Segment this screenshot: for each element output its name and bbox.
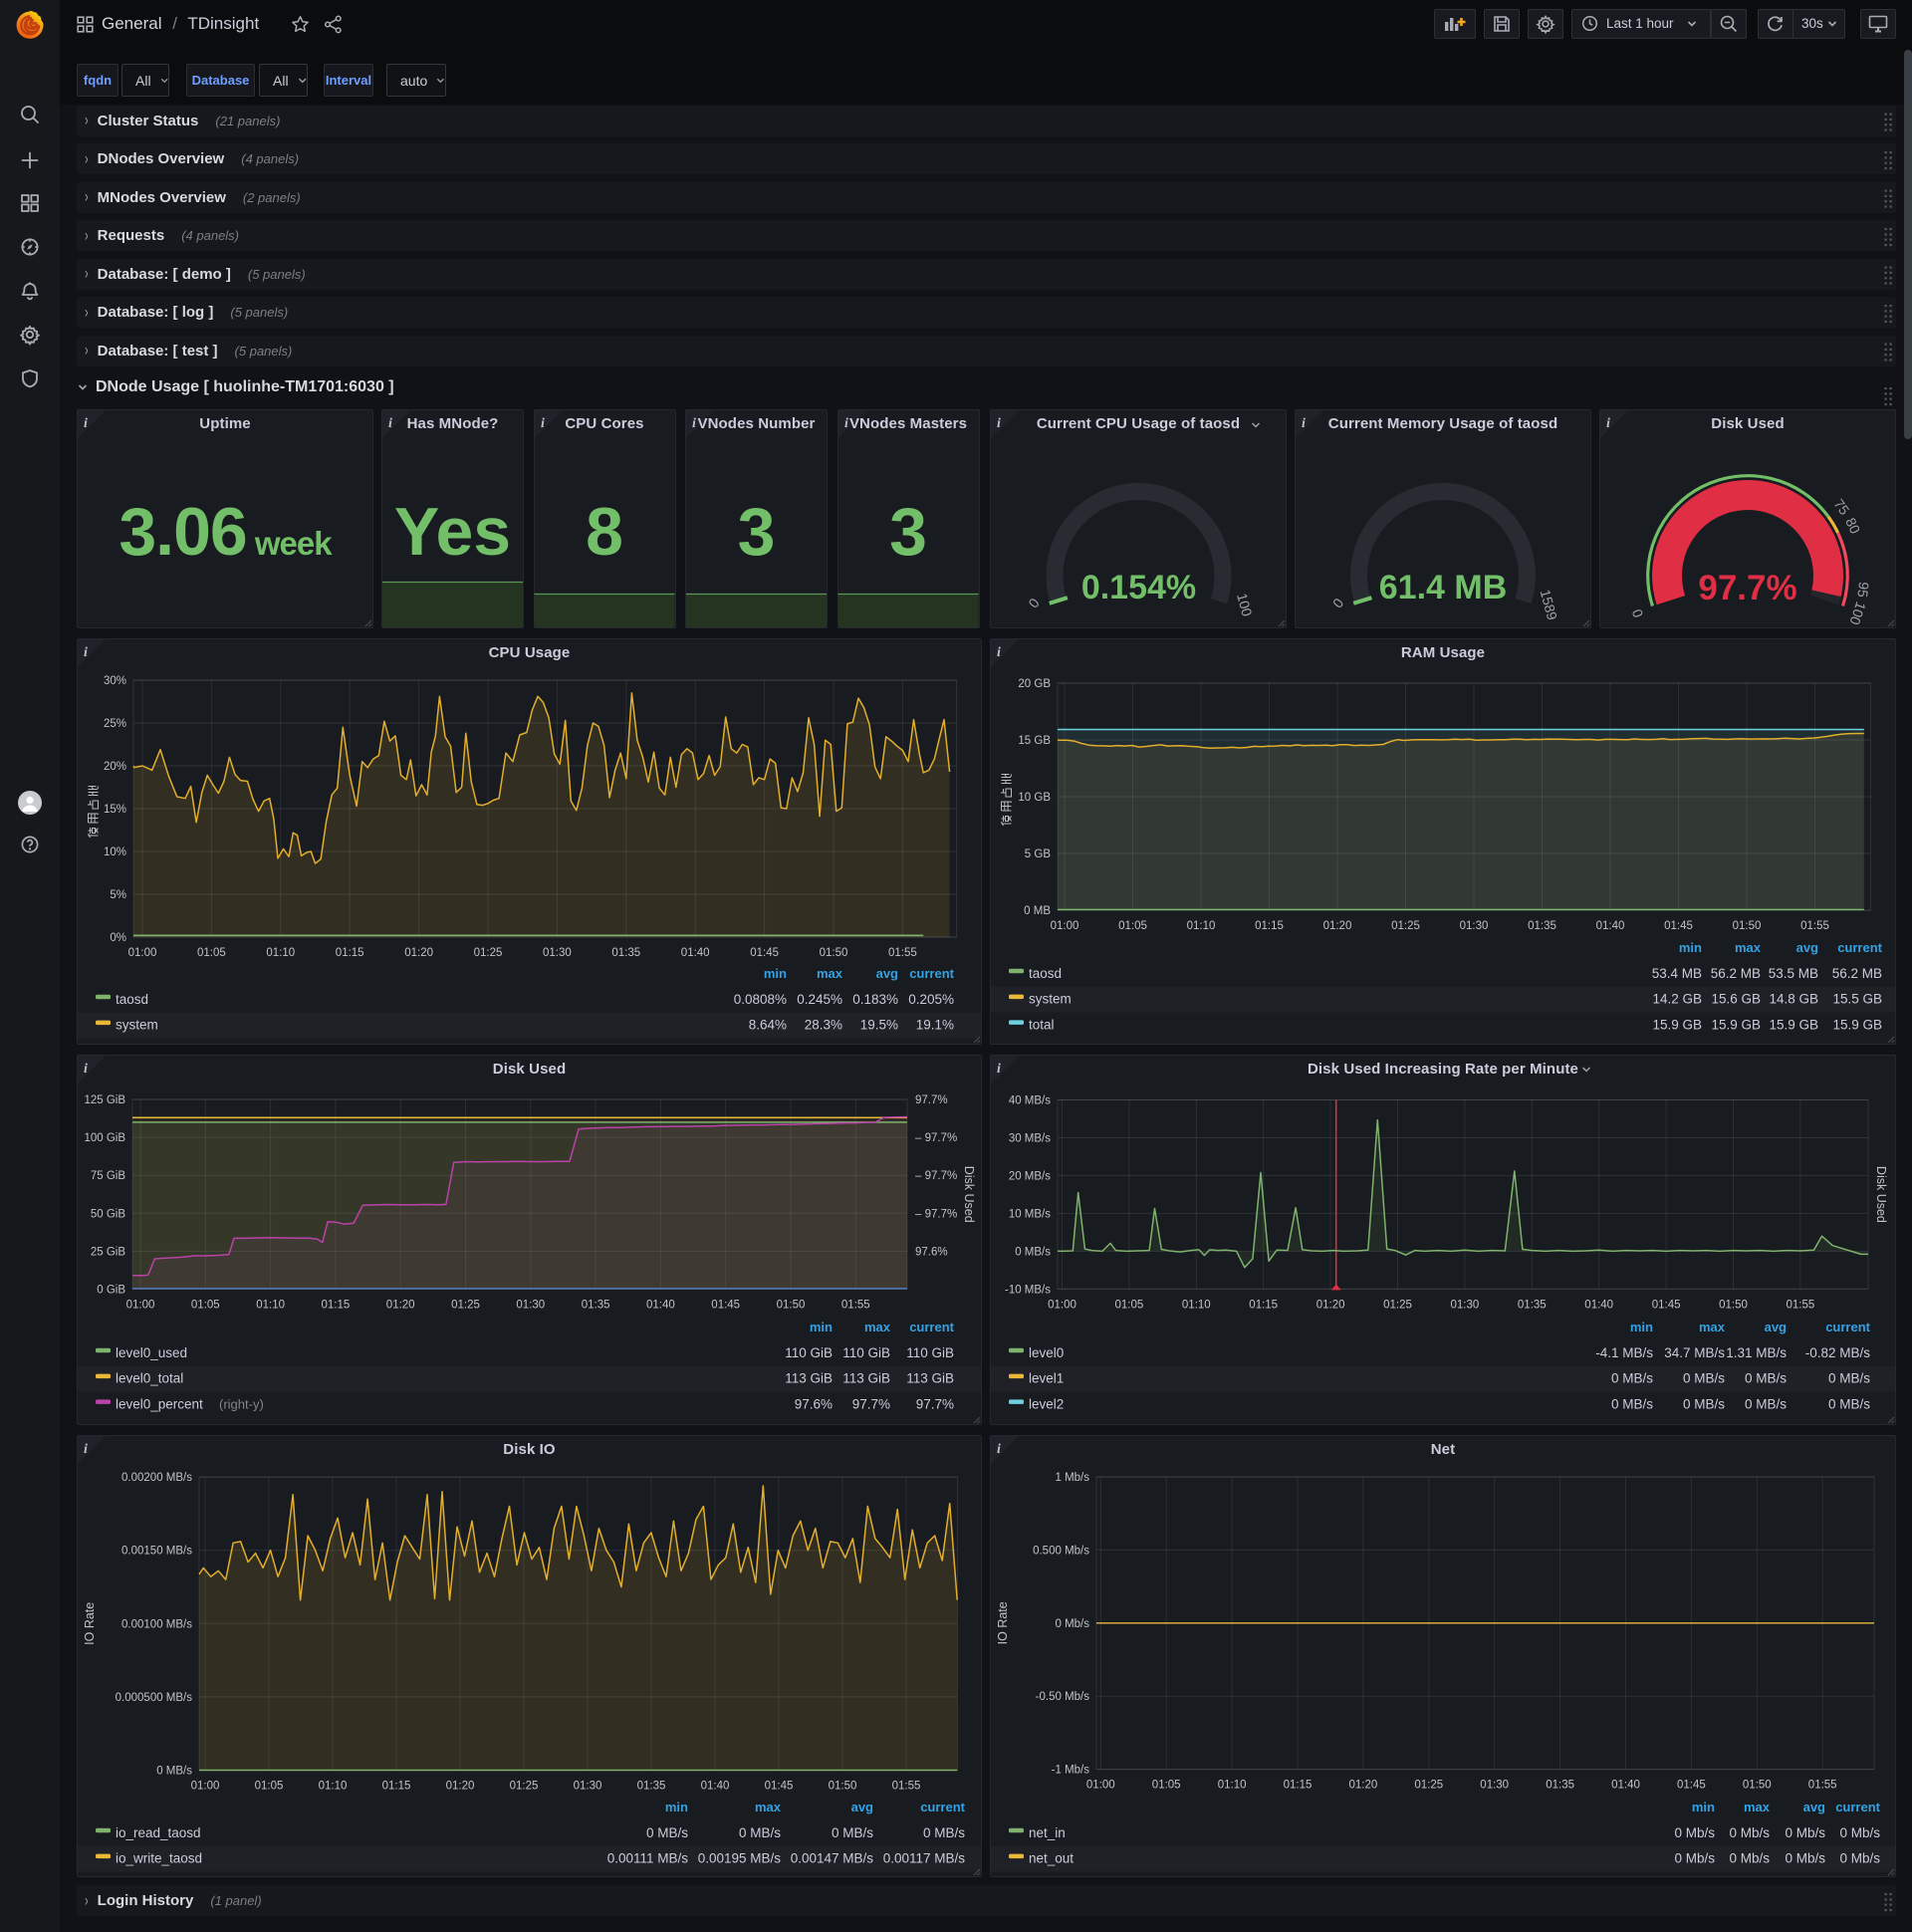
svg-text:01:40: 01:40 [1611, 1780, 1640, 1792]
svg-text:max: max [1744, 1800, 1771, 1814]
svg-text:01:00: 01:00 [1086, 1780, 1115, 1792]
svg-text:01:15: 01:15 [1284, 1780, 1313, 1792]
svg-text:0 Mb/s: 0 Mb/s [1055, 1618, 1089, 1630]
svg-text:0 Mb/s: 0 Mb/s [1729, 1825, 1770, 1840]
svg-text:net_in: net_in [1029, 1825, 1066, 1840]
svg-text:0 Mb/s: 0 Mb/s [1839, 1825, 1880, 1840]
svg-text:01:20: 01:20 [1349, 1780, 1378, 1792]
svg-text:current: current [1835, 1800, 1880, 1814]
svg-text:0 Mb/s: 0 Mb/s [1674, 1825, 1715, 1840]
svg-text:avg: avg [1803, 1800, 1825, 1814]
svg-text:01:55: 01:55 [1808, 1780, 1837, 1792]
svg-text:0.500 Mb/s: 0.500 Mb/s [1033, 1545, 1089, 1557]
svg-text:01:05: 01:05 [1152, 1780, 1181, 1792]
svg-text:01:50: 01:50 [1743, 1780, 1772, 1792]
svg-text:01:45: 01:45 [1677, 1780, 1706, 1792]
svg-text:0 Mb/s: 0 Mb/s [1785, 1851, 1825, 1866]
svg-text:01:35: 01:35 [1546, 1780, 1574, 1792]
svg-text:-0.50 Mb/s: -0.50 Mb/s [1036, 1691, 1090, 1703]
svg-text:0 Mb/s: 0 Mb/s [1839, 1851, 1880, 1866]
svg-text:01:25: 01:25 [1414, 1780, 1443, 1792]
svg-text:0 Mb/s: 0 Mb/s [1785, 1825, 1825, 1840]
svg-text:-1 Mb/s: -1 Mb/s [1052, 1765, 1090, 1777]
svg-text:01:10: 01:10 [1218, 1780, 1247, 1792]
svg-text:0 Mb/s: 0 Mb/s [1729, 1851, 1770, 1866]
svg-text:net_out: net_out [1029, 1851, 1074, 1866]
svg-text:0 Mb/s: 0 Mb/s [1674, 1851, 1715, 1866]
svg-text:IO Rate: IO Rate [996, 1601, 1010, 1644]
svg-text:01:30: 01:30 [1480, 1780, 1509, 1792]
svg-text:min: min [1692, 1800, 1715, 1814]
svg-text:1 Mb/s: 1 Mb/s [1055, 1472, 1089, 1484]
